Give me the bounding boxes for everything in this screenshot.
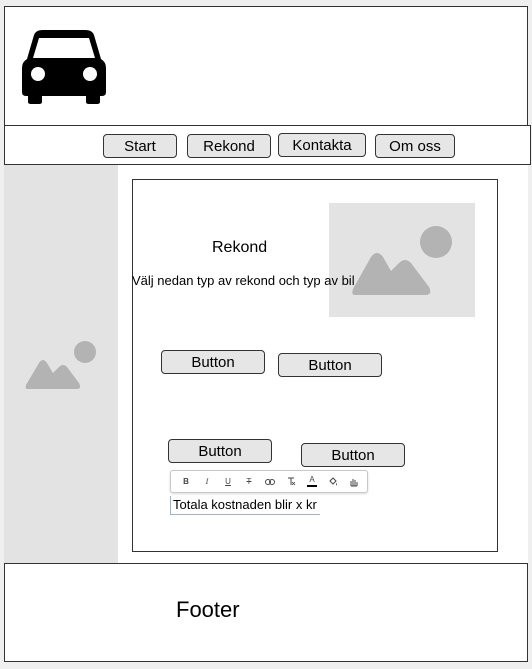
footer [4,563,528,662]
nav-om-oss-button[interactable]: Om oss [375,134,455,158]
sidebar-image-placeholder [4,165,118,563]
option-button-2[interactable]: Button [278,353,382,377]
nav-kontakta-button[interactable]: Kontakta [278,133,366,157]
option-button-4[interactable]: Button [301,443,405,467]
page-title: Rekond [212,239,268,256]
content-image-placeholder [329,203,475,317]
text-color-icon: A [309,475,315,484]
text-color-button[interactable]: A [304,474,320,489]
option-button-3[interactable]: Button [168,439,272,463]
footer-label: Footer [176,597,240,622]
nav-start-button[interactable]: Start [103,134,177,158]
image-placeholder-icon [25,341,96,389]
rich-text-toolbar: B I U T A [170,470,368,493]
link-icon [265,478,275,485]
link-button[interactable] [262,474,278,489]
clear-format-icon [288,477,296,486]
underline-button[interactable]: U [220,474,236,489]
fill-color-button[interactable] [325,474,341,489]
total-cost-text[interactable]: Totala kostnaden blir x kr [170,496,320,515]
option-button-1[interactable]: Button [161,350,265,374]
car-icon [22,30,106,104]
bold-button[interactable]: B [178,474,194,489]
strikethrough-button[interactable]: T [241,474,257,489]
text-color-swatch [307,485,317,487]
paint-bucket-icon [329,476,337,485]
more-options-button[interactable] [346,474,362,489]
navigation-bar: Start Rekond Kontakta Om oss [4,125,531,165]
clear-format-button[interactable] [283,474,299,489]
image-placeholder-icon [352,226,452,295]
nav-rekond-button[interactable]: Rekond [187,134,271,158]
page-description: Välj nedan typ av rekond och typ av bil [132,273,355,288]
italic-button[interactable]: I [199,474,215,489]
gesture-icon [350,478,358,486]
